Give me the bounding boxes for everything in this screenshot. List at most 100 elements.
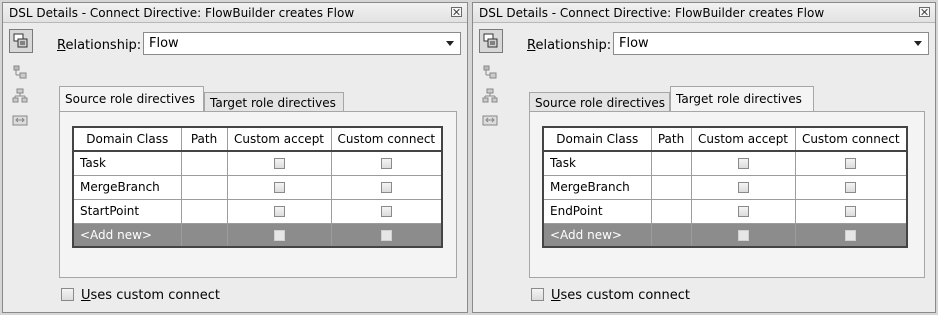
custom-connect-cell: [330, 174, 443, 200]
custom-accept-cell: [690, 222, 796, 248]
add-new-cell[interactable]: <Add new>: [72, 222, 182, 248]
domain-class-cell[interactable]: MergeBranch: [72, 174, 182, 200]
custom-connect-cell: [330, 198, 443, 224]
path-cell[interactable]: [650, 198, 692, 224]
add-new-cell[interactable]: <Add new>: [542, 222, 652, 248]
domain-class-cell[interactable]: Task: [72, 150, 182, 176]
path-cell[interactable]: [180, 150, 228, 176]
dsl-details-icon[interactable]: [9, 29, 33, 53]
directives-table: Domain Class Path Custom accept Custom c…: [542, 126, 908, 248]
close-icon[interactable]: [919, 7, 930, 17]
custom-accept-checkbox[interactable]: [273, 206, 285, 217]
table-row[interactable]: MergeBranch: [72, 174, 443, 200]
custom-connect-checkbox[interactable]: [380, 229, 392, 241]
custom-accept-checkbox[interactable]: [273, 229, 285, 241]
relationship-select[interactable]: Flow: [613, 32, 929, 55]
relationship-value: Flow: [619, 36, 649, 51]
tab-panel: Domain Class Path Custom accept Custom c…: [59, 111, 457, 278]
relationship-select[interactable]: Flow: [143, 32, 461, 55]
chevron-down-icon[interactable]: [914, 41, 922, 46]
custom-connect-checkbox[interactable]: [845, 206, 857, 217]
domain-class-cell[interactable]: StartPoint: [72, 198, 182, 224]
custom-connect-cell: [794, 174, 908, 200]
column-header[interactable]: Custom connect: [794, 126, 908, 152]
tab-target-role-directives[interactable]: Target role directives: [204, 92, 344, 113]
details-content: Relationship: Flow Source role directive…: [525, 29, 929, 304]
custom-connect-checkbox[interactable]: [845, 158, 857, 170]
custom-connect-cell: [794, 150, 908, 176]
uses-custom-connect-label: Uses custom connect: [81, 288, 221, 303]
uses-custom-connect-row[interactable]: Uses custom connect: [61, 288, 220, 303]
custom-accept-cell: [690, 174, 796, 200]
dsl-details-window-right: DSL Details - Connect Directive: FlowBui…: [472, 2, 936, 313]
custom-accept-checkbox[interactable]: [737, 206, 749, 217]
column-header[interactable]: Domain Class: [72, 126, 182, 152]
table-row[interactable]: MergeBranch: [542, 174, 908, 200]
column-header[interactable]: Custom connect: [330, 126, 443, 152]
titlebar: DSL Details - Connect Directive: FlowBui…: [473, 3, 935, 23]
custom-connect-checkbox[interactable]: [380, 158, 392, 170]
window-title: DSL Details - Connect Directive: FlowBui…: [9, 6, 355, 20]
relationship-label: Relationship:: [527, 38, 612, 53]
tab-target-role-directives[interactable]: Target role directives: [670, 86, 814, 111]
custom-accept-cell: [690, 150, 796, 176]
path-cell[interactable]: [180, 222, 228, 248]
dsl-details-icon[interactable]: [479, 29, 503, 53]
custom-connect-cell: [794, 222, 908, 248]
custom-accept-cell: [690, 198, 796, 224]
column-header[interactable]: Custom accept: [690, 126, 796, 152]
domain-class-cell[interactable]: EndPoint: [542, 198, 652, 224]
domain-class-cell[interactable]: MergeBranch: [542, 174, 652, 200]
path-cell[interactable]: [180, 198, 228, 224]
custom-connect-cell: [330, 222, 443, 248]
table-row[interactable]: Task: [542, 150, 908, 176]
table-row[interactable]: EndPoint: [542, 198, 908, 224]
custom-accept-cell: [226, 174, 332, 200]
custom-connect-cell: [794, 198, 908, 224]
connect-icon[interactable]: [479, 109, 503, 133]
custom-connect-cell: [330, 150, 443, 176]
custom-accept-checkbox[interactable]: [737, 229, 749, 241]
custom-accept-checkbox[interactable]: [273, 158, 285, 170]
custom-accept-checkbox[interactable]: [737, 158, 749, 170]
element-mappings-icon[interactable]: [9, 61, 33, 85]
add-new-row[interactable]: <Add new>: [72, 222, 443, 248]
chevron-down-icon[interactable]: [446, 41, 454, 46]
table-header-row: Domain Class Path Custom accept Custom c…: [542, 126, 908, 152]
table-row[interactable]: StartPoint: [72, 198, 443, 224]
uses-custom-connect-row[interactable]: Uses custom connect: [531, 288, 690, 303]
add-new-row[interactable]: <Add new>: [542, 222, 908, 248]
custom-accept-cell: [226, 198, 332, 224]
relationship-value: Flow: [149, 36, 179, 51]
column-header[interactable]: Custom accept: [226, 126, 332, 152]
hierarchy-icon[interactable]: [9, 85, 33, 109]
custom-connect-checkbox[interactable]: [380, 206, 392, 217]
custom-accept-checkbox[interactable]: [737, 182, 749, 193]
tab-source-role-directives[interactable]: Source role directives: [529, 92, 670, 113]
path-cell[interactable]: [650, 150, 692, 176]
path-cell[interactable]: [650, 174, 692, 200]
uses-custom-connect-checkbox[interactable]: [531, 288, 544, 301]
tab-source-role-directives[interactable]: Source role directives: [59, 86, 204, 111]
dsl-details-window-left: DSL Details - Connect Directive: FlowBui…: [2, 2, 468, 313]
custom-connect-checkbox[interactable]: [845, 182, 857, 193]
column-header[interactable]: Domain Class: [542, 126, 652, 152]
element-mappings-icon[interactable]: [479, 61, 503, 85]
uses-custom-connect-checkbox[interactable]: [61, 288, 74, 301]
column-header[interactable]: Path: [650, 126, 692, 152]
custom-accept-checkbox[interactable]: [273, 182, 285, 193]
table-header-row: Domain Class Path Custom accept Custom c…: [72, 126, 443, 152]
path-cell[interactable]: [180, 174, 228, 200]
close-icon[interactable]: [451, 7, 462, 17]
domain-class-cell[interactable]: Task: [542, 150, 652, 176]
titlebar: DSL Details - Connect Directive: FlowBui…: [3, 3, 467, 23]
path-cell[interactable]: [650, 222, 692, 248]
custom-accept-cell: [226, 222, 332, 248]
uses-custom-connect-label: Uses custom connect: [551, 288, 691, 303]
custom-connect-checkbox[interactable]: [380, 182, 392, 193]
hierarchy-icon[interactable]: [479, 85, 503, 109]
connect-icon[interactable]: [9, 109, 33, 133]
table-row[interactable]: Task: [72, 150, 443, 176]
custom-connect-checkbox[interactable]: [845, 229, 857, 241]
column-header[interactable]: Path: [180, 126, 228, 152]
